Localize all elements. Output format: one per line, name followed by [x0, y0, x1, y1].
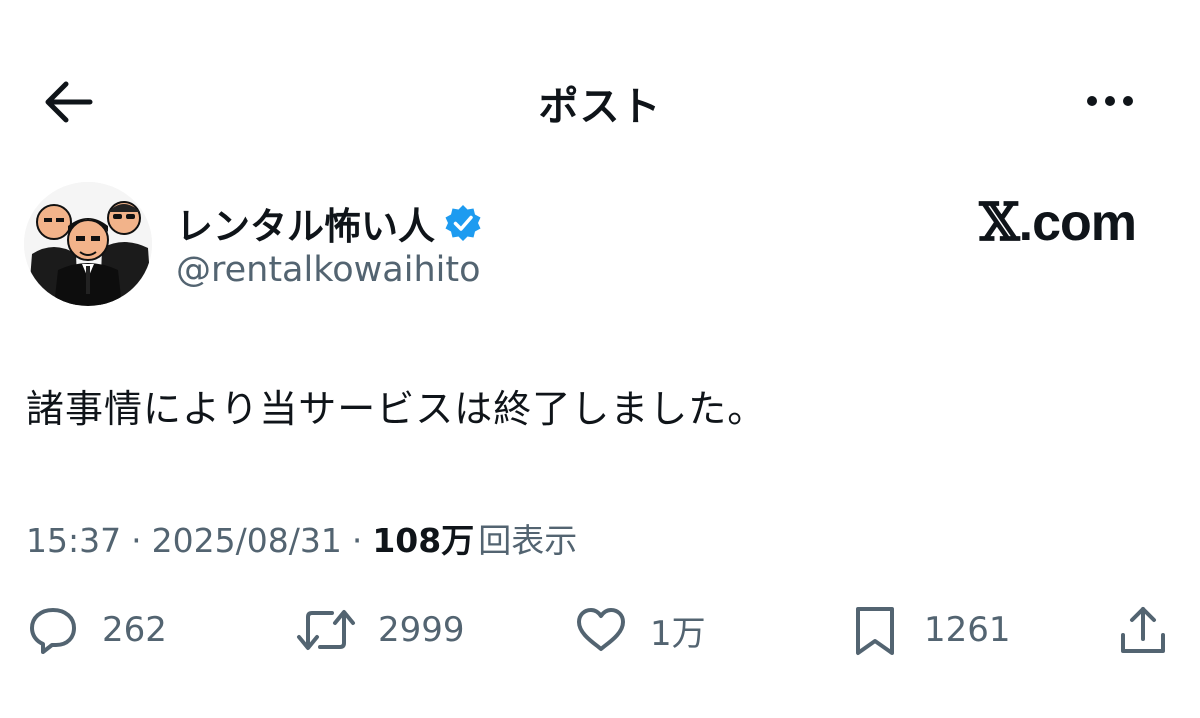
bookmark-count: 1261 [924, 610, 1011, 650]
brand-watermark: 𝕏 .com [979, 192, 1137, 253]
author-name[interactable]: レンタル怖い人 [176, 196, 483, 250]
separator-dot: · [351, 521, 363, 560]
reply-icon [30, 608, 76, 654]
share-icon [1121, 607, 1165, 653]
repost-icon [297, 610, 355, 650]
views-count[interactable]: 108万 [372, 514, 474, 562]
repost-button[interactable]: 2999 [296, 600, 465, 660]
avatar[interactable] [24, 182, 152, 306]
author-name-text: レンタル怖い人 [176, 205, 435, 248]
brand-domain: .com [1018, 194, 1137, 252]
verified-badge-icon [445, 205, 481, 241]
post-text: 諸事情により当サービスは終了しました。 [26, 387, 767, 431]
like-count: 1万 [650, 613, 706, 654]
more-icon [1087, 96, 1133, 106]
reply-button[interactable]: 262 [26, 600, 167, 660]
reply-count: 262 [102, 610, 167, 650]
separator-dot: · [131, 521, 142, 560]
x-logo-mark: 𝕏 [979, 192, 1019, 253]
share-button[interactable] [1116, 600, 1170, 660]
post-time[interactable]: 15:37 [26, 521, 121, 560]
repost-count: 2999 [378, 610, 465, 650]
post-date[interactable]: 2025/08/31 [152, 521, 342, 560]
bookmark-icon [856, 607, 894, 655]
bookmark-button[interactable]: 1261 [848, 600, 1011, 660]
page-title: ポスト [538, 84, 662, 130]
heart-icon [577, 608, 625, 651]
views-label: 回表示 [478, 521, 578, 560]
like-button[interactable]: 1万 [574, 600, 706, 660]
post-meta: 15:37 · 2025/08/31 · 108万 回表示 [26, 514, 577, 562]
more-options-button[interactable] [1080, 84, 1140, 118]
author-handle[interactable]: @rentalkowaihito [176, 250, 481, 290]
avatar-image [24, 182, 152, 306]
